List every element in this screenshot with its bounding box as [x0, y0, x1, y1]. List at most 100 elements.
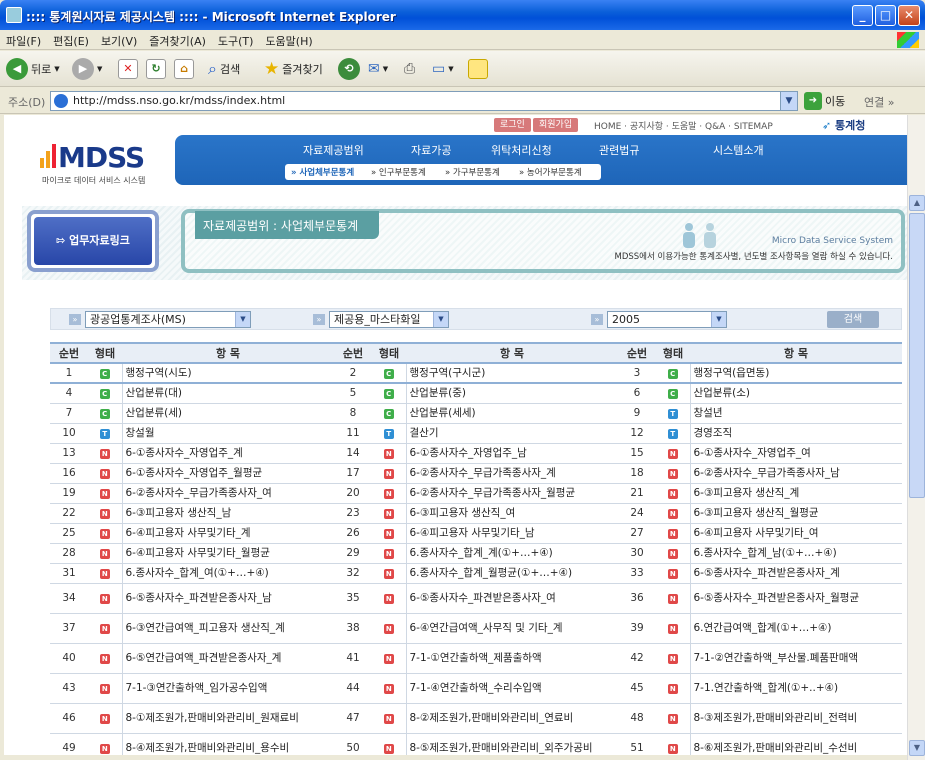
home-button[interactable]: ⌂ — [174, 57, 194, 81]
windows-logo-icon — [897, 32, 919, 48]
row-number: 38 — [334, 613, 372, 644]
row-number: 29 — [334, 543, 372, 564]
menu-help[interactable]: 도움말(H) — [259, 30, 318, 52]
item-name: 6-⑤종사자수_파견받은종사자_계 — [689, 563, 902, 584]
item-name: 6.종사자수_합계_계(①+…+④) — [405, 543, 618, 564]
login-button[interactable]: 로그인 — [494, 118, 531, 132]
search-button[interactable]: ⌕ 검색 — [208, 57, 240, 81]
scroll-thumb[interactable] — [909, 213, 925, 498]
row-number: 17 — [334, 463, 372, 484]
type-cell: N — [88, 443, 122, 464]
tagline-korean: MDSS에서 이용가능한 통계조사별, 년도별 조사항목을 열람 하실 수 있습… — [614, 252, 893, 262]
numeric-type-icon: N — [667, 654, 678, 664]
print-button[interactable]: ⎙ — [404, 57, 415, 81]
logo-bars-icon — [40, 144, 56, 168]
favorites-button[interactable]: ★ 즐겨찾기 — [264, 57, 323, 81]
statistics-korea-logo: ➶ 통계청 — [822, 119, 866, 132]
numeric-type-icon: N — [383, 489, 394, 499]
url-dropdown-icon[interactable]: ▼ — [780, 92, 797, 110]
item-name: 8-⑥제조원가,판매비와관리비_수선비 — [689, 733, 902, 755]
table-row: 19 N 6-②종사자수_무급가족종사자_여 20 N 6-②종사자수_무급가족종사자_월… — [50, 483, 902, 504]
ie-app-icon — [6, 7, 22, 23]
mail-icon: ✉ — [368, 61, 380, 77]
menu-view[interactable]: 보기(V) — [95, 30, 143, 52]
type-cell: C — [372, 383, 406, 404]
subnav-population[interactable]: » 인구부문통계 — [371, 166, 426, 178]
row-number: 47 — [334, 703, 372, 734]
row-number: 10 — [50, 423, 88, 444]
numeric-type-icon: N — [99, 549, 110, 559]
row-number: 9 — [618, 403, 656, 424]
maximize-button[interactable]: □ — [875, 5, 896, 26]
stop-button[interactable]: ✕ — [118, 57, 138, 81]
nav-regulations[interactable]: 관련법규 — [599, 142, 639, 158]
subnav-farm[interactable]: » 농어가부문통계 — [519, 166, 582, 178]
numeric-type-icon: N — [383, 714, 394, 724]
menu-favorites[interactable]: 즐겨찾기(A) — [143, 30, 212, 52]
subnav-business[interactable]: » 사업체부문통계 — [291, 166, 354, 178]
type-cell: N — [88, 613, 122, 644]
close-button[interactable]: ✕ — [898, 5, 920, 26]
type-cell: C — [88, 383, 122, 404]
scroll-down-icon[interactable]: ▼ — [909, 740, 925, 756]
nav-data-scope[interactable]: 자료제공범위 — [303, 142, 364, 158]
item-name: 8-②제조원가,판매비와관리비_연료비 — [405, 703, 618, 734]
numeric-type-icon: N — [99, 529, 110, 539]
row-number: 20 — [334, 483, 372, 504]
scroll-up-icon[interactable]: ▲ — [909, 195, 925, 211]
utility-links[interactable]: HOME · 공지사항 · 도움말 · Q&A · SITEMAP — [594, 119, 773, 132]
table-row: 25 N 6-④피고용자 사무및기타_계 26 N 6-④피고용자 사무및기타_남 27 N 6… — [50, 523, 902, 544]
history-button[interactable]: ⟲ — [338, 57, 360, 81]
menu-edit[interactable]: 편집(E) — [47, 30, 95, 52]
numeric-type-icon: N — [383, 744, 394, 754]
nav-data-processing[interactable]: 자료가공 — [411, 142, 451, 158]
bullet-icon: » — [591, 314, 603, 325]
refresh-button[interactable]: ↻ — [146, 57, 166, 81]
type-cell: N — [372, 443, 406, 464]
type-cell: N — [88, 563, 122, 584]
vertical-scrollbar[interactable]: ▲ ▼ — [907, 115, 925, 760]
window-title: :::: 통계원시자료 제공시스템 :::: - Microsoft Inter… — [26, 10, 396, 24]
text-type-icon: T — [99, 429, 110, 439]
item-name: 산업분류(중) — [405, 383, 618, 404]
star-icon: ★ — [264, 59, 280, 79]
join-button[interactable]: 회원가입 — [533, 118, 579, 132]
toolbar: ◀ 뒤로 ▼ ▶ ▼ ✕ ↻ ⌂ ⌕ 검색 ★ 즐겨찾기 ⟲ ✉ ▼ ⎙ ▭ ▼ — [0, 51, 925, 87]
numeric-type-icon: N — [383, 654, 394, 664]
mail-button[interactable]: ✉ ▼ — [368, 57, 388, 81]
col-item: 항 목 — [690, 342, 902, 364]
file-select[interactable]: 제공용_마스타화일 ▼ — [329, 311, 449, 328]
menu-tools[interactable]: 도구(T) — [212, 30, 260, 52]
search-submit-button[interactable]: 검색 — [827, 311, 879, 328]
edit-button[interactable]: ▭ ▼ — [432, 57, 454, 81]
menu-file[interactable]: 파일(F) — [0, 30, 47, 52]
messenger-button[interactable] — [468, 57, 488, 81]
tagline-english: Micro Data Service System — [771, 236, 893, 246]
row-number: 5 — [334, 383, 372, 404]
survey-select[interactable]: 광공업통계조사(MS) ▼ — [85, 311, 251, 328]
numeric-type-icon: N — [383, 594, 394, 604]
item-name: 산업분류(세세) — [405, 403, 618, 424]
numeric-type-icon: N — [99, 624, 110, 634]
row-number: 43 — [50, 673, 88, 704]
url-field[interactable]: http://mdss.nso.go.kr/mdss/index.html ▼ — [50, 91, 798, 111]
character-type-icon: C — [99, 409, 110, 419]
quick-link-button[interactable]: ⇰ 업무자료링크 — [34, 217, 152, 265]
back-arrow-icon: ◀ — [6, 58, 28, 80]
go-button[interactable]: ➜ 이동 — [804, 92, 845, 110]
minimize-button[interactable]: _ — [852, 5, 873, 26]
table-body: 1 C 행정구역(시도) 2 C 행정구역(구시군) 3 C 행정구역(읍면동) 4 C 산업분류(대… — [50, 363, 902, 755]
year-select[interactable]: 2005 ▼ — [607, 311, 727, 328]
type-cell: N — [88, 673, 122, 704]
subnav-household[interactable]: » 가구부문통계 — [445, 166, 500, 178]
browser-window: :::: 통계원시자료 제공시스템 :::: - Microsoft Inter… — [0, 0, 925, 760]
nav-system-intro[interactable]: 시스템소개 — [713, 142, 764, 158]
item-name: 6-⑤종사자수_파견받은종사자_월평균 — [689, 583, 902, 614]
character-type-icon: C — [383, 389, 394, 400]
links-button[interactable]: 연결 » — [864, 94, 894, 110]
forward-button[interactable]: ▶ ▼ — [72, 57, 102, 81]
table-row: 22 N 6-③피고용자 생산직_남 23 N 6-③피고용자 생산직_여 24 N 6-③피고… — [50, 503, 902, 524]
item-name: 행정구역(시도) — [121, 363, 334, 384]
nav-consignment[interactable]: 위탁처리신청 — [491, 142, 552, 158]
back-button[interactable]: ◀ 뒤로 ▼ — [6, 57, 60, 81]
